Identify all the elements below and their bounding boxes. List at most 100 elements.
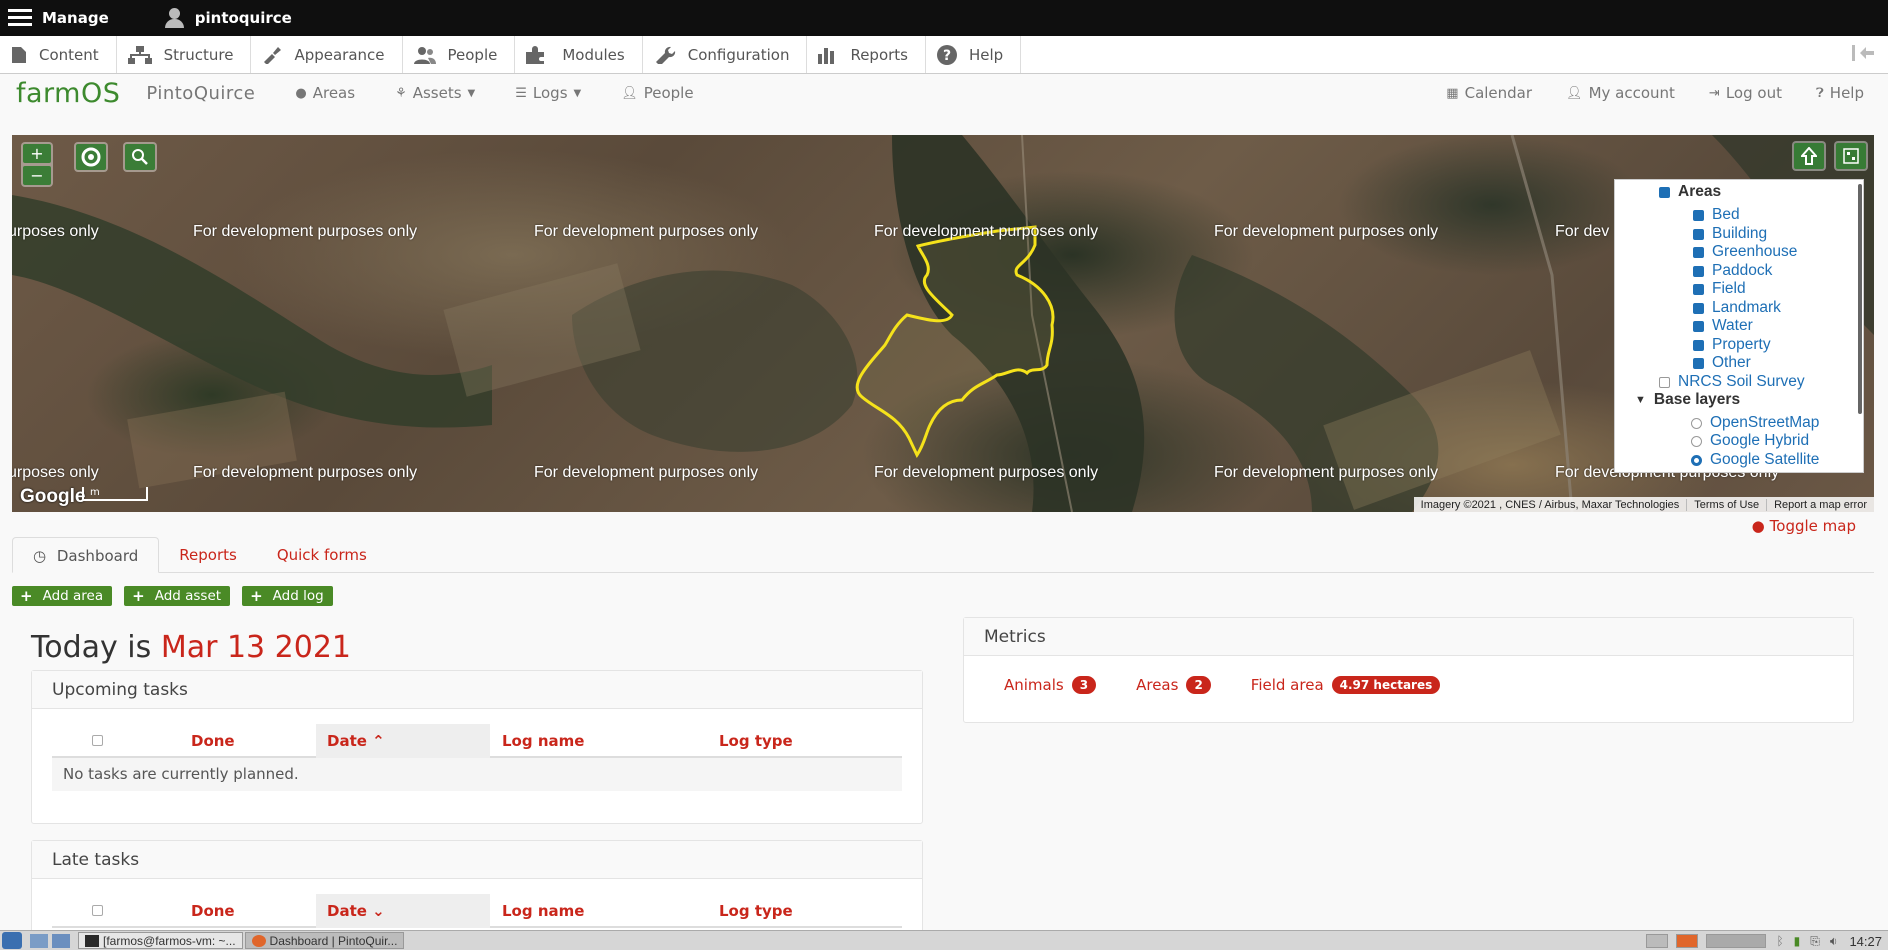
layer-item-paddock[interactable]: Paddock [1693,262,1772,280]
tray-item-people[interactable]: People [403,36,516,73]
geolocate-button[interactable] [74,142,108,172]
layer-item-bed[interactable]: Bed [1693,206,1740,224]
checkbox-checked-icon[interactable] [1693,246,1704,258]
map-upload-button[interactable] [1792,141,1826,171]
metric-areas[interactable]: Areas 2 [1136,676,1211,694]
nav-assets[interactable]: ⚘ Assets ▼ [395,84,475,102]
tray-item-help[interactable]: ? Help [926,36,1022,73]
layer-group-base-layers[interactable]: ▼ Base layers [1635,391,1740,409]
column-log-name[interactable]: Log name [502,724,584,758]
toggle-map-link[interactable]: ● Toggle map [1752,517,1856,535]
column-done[interactable]: Done [191,894,235,928]
layer-group-areas[interactable]: Areas [1659,183,1721,201]
checkbox-checked-icon[interactable] [1693,209,1704,221]
metric-animals[interactable]: Animals 3 [1004,676,1097,694]
nav-my-account[interactable]: 👤︎ My account [1566,84,1675,102]
taskbar-browser[interactable]: Dashboard | PintoQuir... [244,932,405,949]
tray-item-appearance[interactable]: Appearance [251,36,403,73]
checkbox-checked-icon[interactable] [1693,357,1704,369]
farm-map[interactable]: urposes only For development purposes on… [12,135,1874,512]
add-area-button[interactable]: + Add area [12,586,113,606]
tab-reports[interactable]: Reports [159,537,257,573]
manage-menu-button[interactable]: Manage [0,0,117,36]
volume-icon[interactable]: 🔉︎ [1830,934,1838,949]
tray-item-reports[interactable]: Reports [807,36,926,73]
layer-item-property[interactable]: Property [1693,336,1771,354]
terms-of-use-link[interactable]: Terms of Use [1686,498,1766,511]
zoom-in-button[interactable]: + [23,144,51,163]
layer-item-other[interactable]: Other [1693,354,1751,372]
cpu-monitor-icon [1706,934,1767,948]
tray-item-content[interactable]: Content [0,36,117,73]
bluetooth-icon[interactable]: ᛒ [1776,934,1783,948]
checkbox-unchecked-icon[interactable] [1659,376,1670,388]
farmos-logo[interactable]: farmOS [16,78,120,109]
nav-people[interactable]: 👤︎ People [621,84,693,102]
tray-item-configuration[interactable]: Configuration [643,36,808,73]
layer-label: Water [1712,317,1753,334]
battery-icon[interactable]: ▮ [1794,934,1801,948]
column-done[interactable]: Done [191,724,235,758]
select-all-checkbox[interactable] [92,735,103,746]
start-menu-icon[interactable] [2,932,22,949]
zoom-out-button[interactable]: − [23,166,51,185]
taskbar-terminal[interactable]: [farmos@farmos-vm: ~... [78,932,243,949]
base-layer-google-hybrid[interactable]: Google Hybrid [1691,432,1809,450]
map-watermark: For development purposes only [193,464,418,481]
column-log-type[interactable]: Log type [719,724,793,758]
layer-item-field[interactable]: Field [1693,280,1746,298]
checkbox-checked-icon[interactable] [1693,339,1704,351]
tab-quick-forms[interactable]: Quick forms [257,537,387,573]
column-date[interactable]: Date ⌃ [316,724,490,758]
report-map-error-link[interactable]: Report a map error [1766,498,1874,511]
firefox-tray-icon[interactable] [1676,934,1699,948]
add-asset-button[interactable]: + Add asset [124,586,231,606]
layer-item-building[interactable]: Building [1693,225,1767,243]
column-log-name[interactable]: Log name [502,894,584,928]
checkbox-checked-icon[interactable] [1693,228,1704,240]
checkbox-checked-icon[interactable] [1693,320,1704,332]
nav-logs[interactable]: ☰ Logs ▼ [515,84,581,102]
checkbox-checked-icon[interactable] [1693,265,1704,277]
layer-item-greenhouse[interactable]: Greenhouse [1693,243,1797,261]
layer-item-water[interactable]: Water [1693,317,1753,335]
map-watermark: For development purposes only [534,223,759,240]
user-menu-button[interactable]: pintoquirce [155,0,300,36]
layer-switcher-button[interactable] [1834,141,1868,171]
site-name[interactable]: PintoQuirce [146,83,255,104]
radio-icon[interactable] [1691,435,1702,447]
column-label: Date [327,902,367,920]
nav-calendar[interactable]: ▦ Calendar [1446,84,1532,102]
select-all-checkbox[interactable] [92,905,103,916]
nav-log-out[interactable]: ⇥ Log out [1709,84,1782,102]
checkbox-checked-icon[interactable] [1659,186,1670,198]
checkbox-checked-icon[interactable] [1693,283,1704,295]
layer-item-landmark[interactable]: Landmark [1693,299,1781,317]
network-icon[interactable]: ⎘ [1810,934,1820,949]
radio-selected-icon[interactable] [1691,454,1702,466]
radio-icon[interactable] [1691,417,1702,429]
column-date[interactable]: Date ⌄ [316,894,490,928]
tray-item-structure[interactable]: Structure [117,36,252,73]
tray-orientation-toggle[interactable] [1852,45,1874,63]
base-layer-google-satellite[interactable]: Google Satellite [1691,451,1819,469]
tab-dashboard[interactable]: ◷ Dashboard [12,537,160,573]
globe-icon: ● [295,85,307,101]
tray-item-modules[interactable]: Modules [515,36,643,73]
nav-help[interactable]: ❓︎ Help [1816,84,1864,102]
add-log-button[interactable]: + Add log [242,586,333,606]
show-desktop-icon[interactable] [30,933,48,948]
checkbox-checked-icon[interactable] [1693,302,1704,314]
layer-item-nrcs[interactable]: NRCS Soil Survey [1659,373,1805,391]
file-manager-icon[interactable] [52,933,70,948]
layer-label: Property [1712,336,1771,353]
button-label: Add area [42,588,104,604]
metric-field-area[interactable]: Field area 4.97 hectares [1251,676,1441,694]
nav-areas[interactable]: ● Areas [295,84,355,102]
column-log-type[interactable]: Log type [719,894,793,928]
base-layer-openstreetmap[interactable]: OpenStreetMap [1691,414,1819,432]
map-search-button[interactable] [123,142,157,172]
layer-panel-scrollbar[interactable] [1858,184,1862,414]
window-icon[interactable] [1646,934,1669,948]
nav-areas-label: Areas [312,84,356,102]
